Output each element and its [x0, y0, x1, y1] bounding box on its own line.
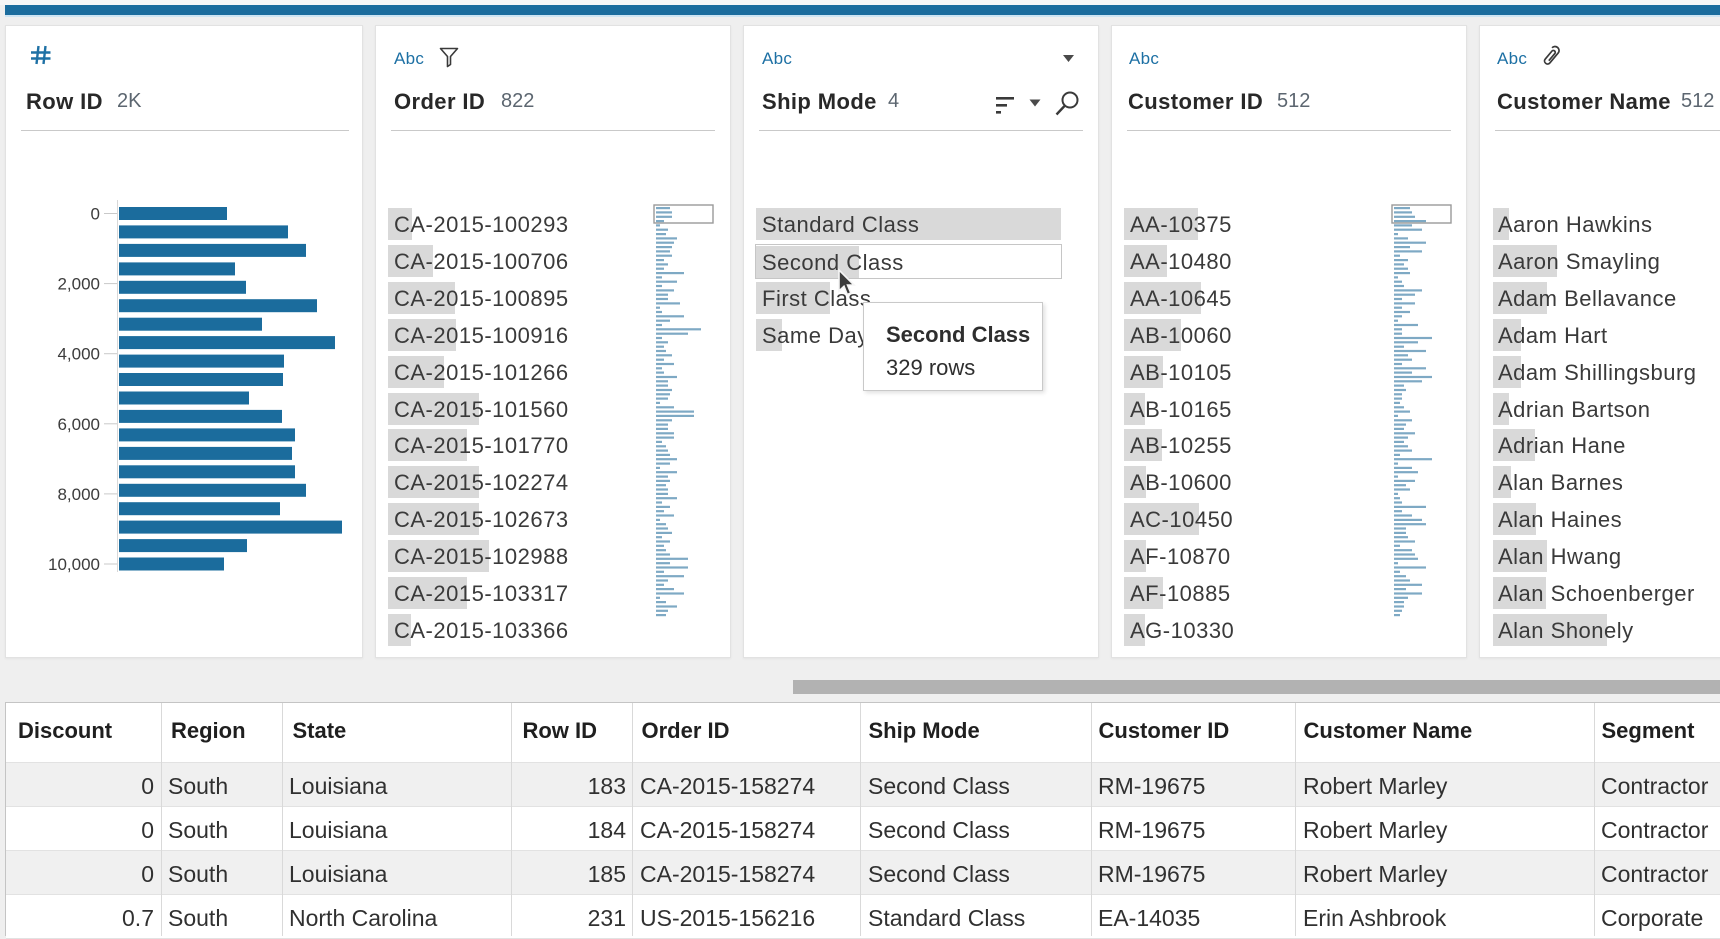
- svg-text:8,000: 8,000: [57, 485, 100, 504]
- svg-text:4,000: 4,000: [57, 345, 100, 364]
- svg-text:2,000: 2,000: [57, 275, 100, 294]
- svg-text:6,000: 6,000: [57, 415, 100, 434]
- svg-text:10,000: 10,000: [48, 555, 100, 574]
- svg-text:0: 0: [91, 205, 100, 224]
